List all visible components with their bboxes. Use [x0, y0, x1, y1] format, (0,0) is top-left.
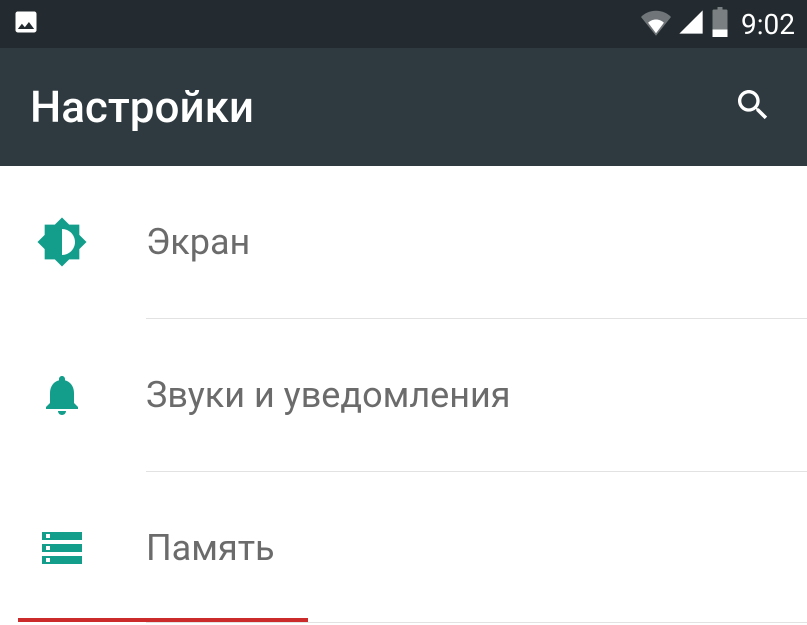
settings-list: Экран Звуки и уведомления Память	[0, 166, 807, 623]
status-bar: 9:02	[0, 0, 807, 48]
search-button[interactable]	[729, 83, 777, 131]
bell-icon	[36, 369, 88, 421]
page-title: Настройки	[30, 81, 254, 133]
settings-item-storage[interactable]: Память	[0, 472, 807, 624]
image-icon	[12, 8, 40, 40]
search-icon	[733, 85, 773, 129]
settings-item-label: Экран	[146, 221, 250, 263]
cellular-icon	[677, 8, 705, 40]
status-time: 9:02	[741, 8, 795, 41]
settings-item-label: Звуки и уведомления	[146, 374, 511, 416]
storage-icon	[36, 522, 88, 574]
brightness-icon	[36, 216, 88, 268]
app-bar: Настройки	[0, 48, 807, 166]
wifi-icon	[641, 7, 671, 41]
settings-item-display[interactable]: Экран	[0, 166, 807, 318]
divider	[146, 622, 807, 623]
battery-icon	[711, 7, 729, 41]
settings-item-sound[interactable]: Звуки и уведомления	[0, 319, 807, 471]
settings-item-label: Память	[146, 527, 275, 569]
status-right: 9:02	[641, 7, 795, 41]
status-left	[12, 8, 40, 40]
